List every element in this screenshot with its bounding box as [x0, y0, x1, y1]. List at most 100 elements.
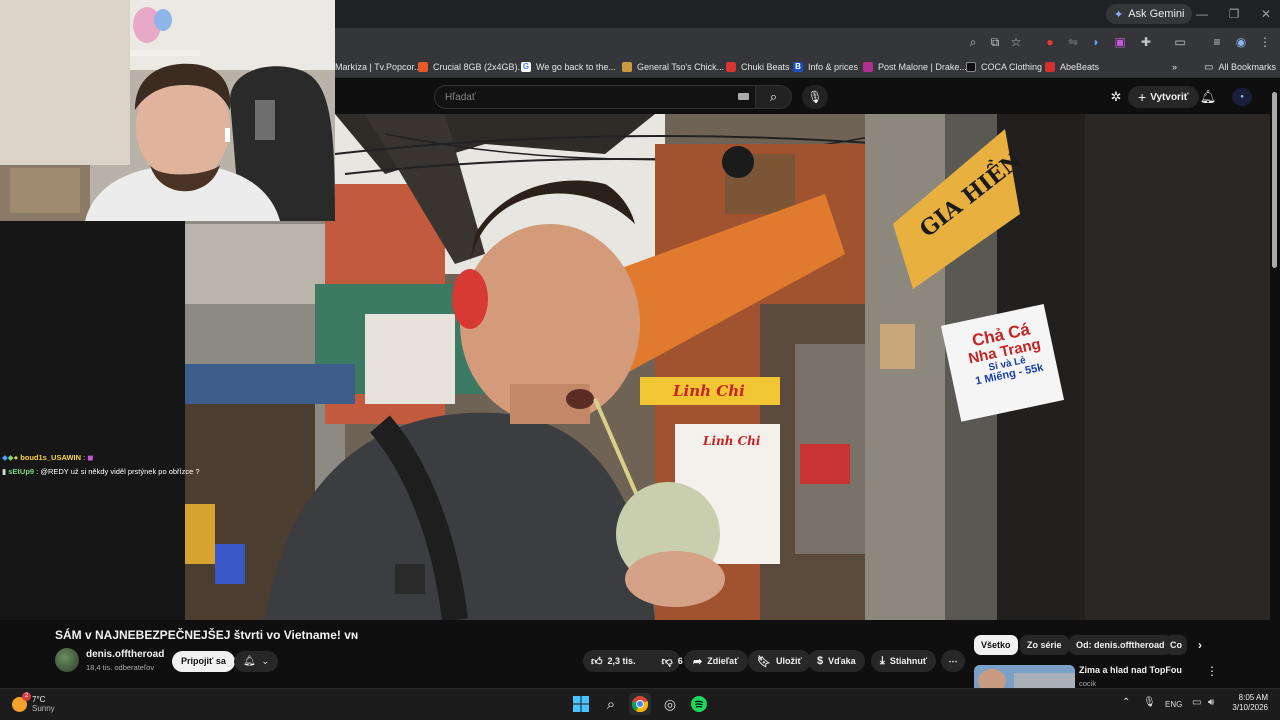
all-bookmarks-button[interactable]: ▭ All Bookmarks: [1204, 59, 1276, 75]
chip-all[interactable]: Všetko: [974, 635, 1018, 655]
share-icon: ➦: [693, 655, 703, 668]
subscription-bell-button[interactable]: 🔔︎ ⌄: [234, 651, 278, 672]
share-button[interactable]: ➦ Zdieľať: [684, 650, 748, 672]
extension-red-icon[interactable]: ●: [1041, 33, 1059, 51]
bookmarks-overflow-chevron-icon[interactable]: »: [1172, 59, 1177, 75]
chat-message: ◆◆● boud1s_USAWIN : ◼: [2, 453, 94, 462]
bell-icon: 🔔︎: [242, 656, 256, 667]
chat-username: boud1s_USAWIN: [20, 453, 82, 462]
recommendation-menu-icon[interactable]: ⋮: [1206, 664, 1218, 678]
profile-avatar-icon[interactable]: ◉: [1232, 33, 1250, 51]
bookmark-item[interactable]: AbeBeats: [1045, 59, 1099, 75]
bookmark-item[interactable]: General Tso's Chick...: [622, 59, 724, 75]
cast-icon[interactable]: ⧉: [986, 33, 1004, 51]
bookmark-favicon-icon: B: [793, 62, 803, 72]
chat-badge-icon: ▮: [2, 467, 7, 476]
ask-gemini-label: Ask Gemini: [1128, 8, 1185, 20]
bookmark-label: Info & prices: [808, 62, 859, 72]
windows-start-icon[interactable]: [570, 693, 592, 715]
bookmark-favicon-icon: [418, 62, 428, 72]
microphone-tray-icon[interactable]: 🎙︎: [1143, 697, 1156, 708]
bookmark-item[interactable]: G We go back to the...: [521, 59, 616, 75]
subscriber-count: 18,4 tis. odberateľov: [86, 663, 155, 672]
minimize-button[interactable]: —: [1188, 4, 1216, 24]
microphone-icon: 🎙: [807, 90, 823, 104]
create-button[interactable]: + Vytvoriť: [1128, 86, 1199, 108]
bookmark-item[interactable]: Markíza | Tv.Popcor...: [335, 59, 422, 75]
bookmark-label: General Tso's Chick...: [637, 62, 725, 72]
close-window-button[interactable]: ✕: [1252, 4, 1280, 24]
chat-badge-icon: ●: [13, 453, 19, 462]
extension-gray-icon[interactable]: ⇋: [1064, 33, 1082, 51]
restore-button[interactable]: ❐: [1220, 4, 1248, 24]
volume-icon[interactable]: 🔊︎: [1208, 697, 1214, 708]
bookmark-label: AbeBeats: [1060, 62, 1100, 72]
keyboard-icon[interactable]: [738, 93, 749, 100]
save-button[interactable]: 🔖︎ Uložiť: [748, 650, 811, 672]
clock[interactable]: 8:05 AM 3/10/2026: [1226, 693, 1268, 713]
thanks-button[interactable]: $ Vďaka: [808, 650, 865, 672]
network-icon[interactable]: ▭: [1192, 697, 1201, 708]
recommendation-thumbnail[interactable]: [974, 665, 1075, 688]
chrome-taskbar-icon[interactable]: [629, 693, 651, 715]
chrome-menu-icon[interactable]: ⋮: [1256, 33, 1274, 51]
chip-series[interactable]: Zo série: [1020, 635, 1069, 655]
search-button[interactable]: ⌕: [756, 85, 792, 109]
chevron-down-icon: ⌄: [261, 656, 270, 666]
bookmark-item[interactable]: COCA Clothing: [966, 59, 1042, 75]
chat-emote-icon: ◼: [87, 453, 94, 462]
taskbar-search-icon[interactable]: ⌕: [600, 693, 622, 715]
zoom-icon[interactable]: ⌕: [964, 33, 982, 51]
download-button[interactable]: ⤓ Stiahnuť: [871, 650, 937, 672]
search-input[interactable]: Hľadať: [434, 85, 756, 109]
join-button[interactable]: Pripojiť sa: [172, 651, 235, 672]
all-bookmarks-label: All Bookmarks: [1218, 62, 1276, 72]
recommendation-title[interactable]: Zima a hlad nad TopFou: [1079, 665, 1182, 675]
extensions-puzzle-icon[interactable]: ✚: [1137, 33, 1155, 51]
chips-next-chevron-icon[interactable]: ›: [1191, 635, 1209, 655]
chip-from-channel[interactable]: Od: denis.offtheroad: [1069, 635, 1172, 655]
linh-chi-menu: Linh Chi: [703, 434, 761, 448]
extension-blue-icon[interactable]: ◗: [1087, 33, 1105, 51]
scrollbar-thumb[interactable]: [1272, 92, 1277, 268]
bookmark-label: Chuki Beats: [741, 62, 790, 72]
notifications-bell-icon[interactable]: 🔔︎: [1199, 88, 1217, 106]
folder-icon: ▭: [1204, 61, 1214, 73]
thumbnail-image: [974, 665, 1075, 688]
cast-settings-icon[interactable]: ✲: [1107, 88, 1125, 106]
bookmark-favicon-icon: [726, 62, 736, 72]
spotify-taskbar-icon[interactable]: [688, 693, 710, 715]
media-control-icon[interactable]: ≡: [1208, 33, 1226, 51]
tab-search-icon[interactable]: ▭: [1171, 33, 1189, 51]
tray-overflow-icon[interactable]: ⌃: [1122, 697, 1130, 708]
download-label: Stiahnuť: [889, 656, 928, 666]
recommendation-channel: cocik: [1079, 679, 1097, 688]
obs-taskbar-icon[interactable]: ◎: [659, 693, 681, 715]
bookmark-item[interactable]: B Info & prices: [793, 59, 858, 75]
linh-chi-sign: Linh Chi: [673, 382, 745, 400]
extension-purple-icon[interactable]: ▣: [1111, 33, 1129, 51]
weather-widget[interactable]: 2 7°C Sunny: [12, 692, 55, 716]
bookmark-item[interactable]: Crucial 8GB (2x4GB)...: [418, 59, 525, 75]
account-avatar[interactable]: ●: [1232, 88, 1252, 106]
thumbs-down-icon: 👎︎: [661, 655, 673, 668]
bookmark-label: We go back to the...: [536, 62, 616, 72]
bookmark-favicon-icon: [966, 62, 976, 72]
webcam-frame: [0, 0, 335, 221]
stream-chat-overlay: [0, 221, 185, 620]
video-right-panel: [1085, 114, 1270, 620]
voice-search-button[interactable]: 🎙: [802, 85, 828, 109]
bookmark-item[interactable]: Chuki Beats: [726, 59, 790, 75]
bookmark-item[interactable]: Post Malone | Drake...: [863, 59, 967, 75]
language-indicator[interactable]: ENG: [1165, 700, 1182, 709]
chip-more[interactable]: Co: [1165, 635, 1187, 655]
channel-avatar[interactable]: [55, 648, 79, 672]
more-actions-button[interactable]: ⋯: [941, 650, 965, 672]
download-icon: ⤓: [880, 654, 885, 667]
like-button[interactable]: 👍︎ 2,3 tis.: [583, 650, 644, 672]
search-placeholder: Hľadať: [445, 92, 476, 103]
thumbs-up-icon: 👍︎: [591, 655, 603, 668]
ask-gemini-button[interactable]: ✦ Ask Gemini: [1106, 4, 1193, 24]
channel-name[interactable]: denis.offtheroad: [86, 649, 164, 660]
bookmark-star-icon[interactable]: ☆: [1007, 33, 1025, 51]
